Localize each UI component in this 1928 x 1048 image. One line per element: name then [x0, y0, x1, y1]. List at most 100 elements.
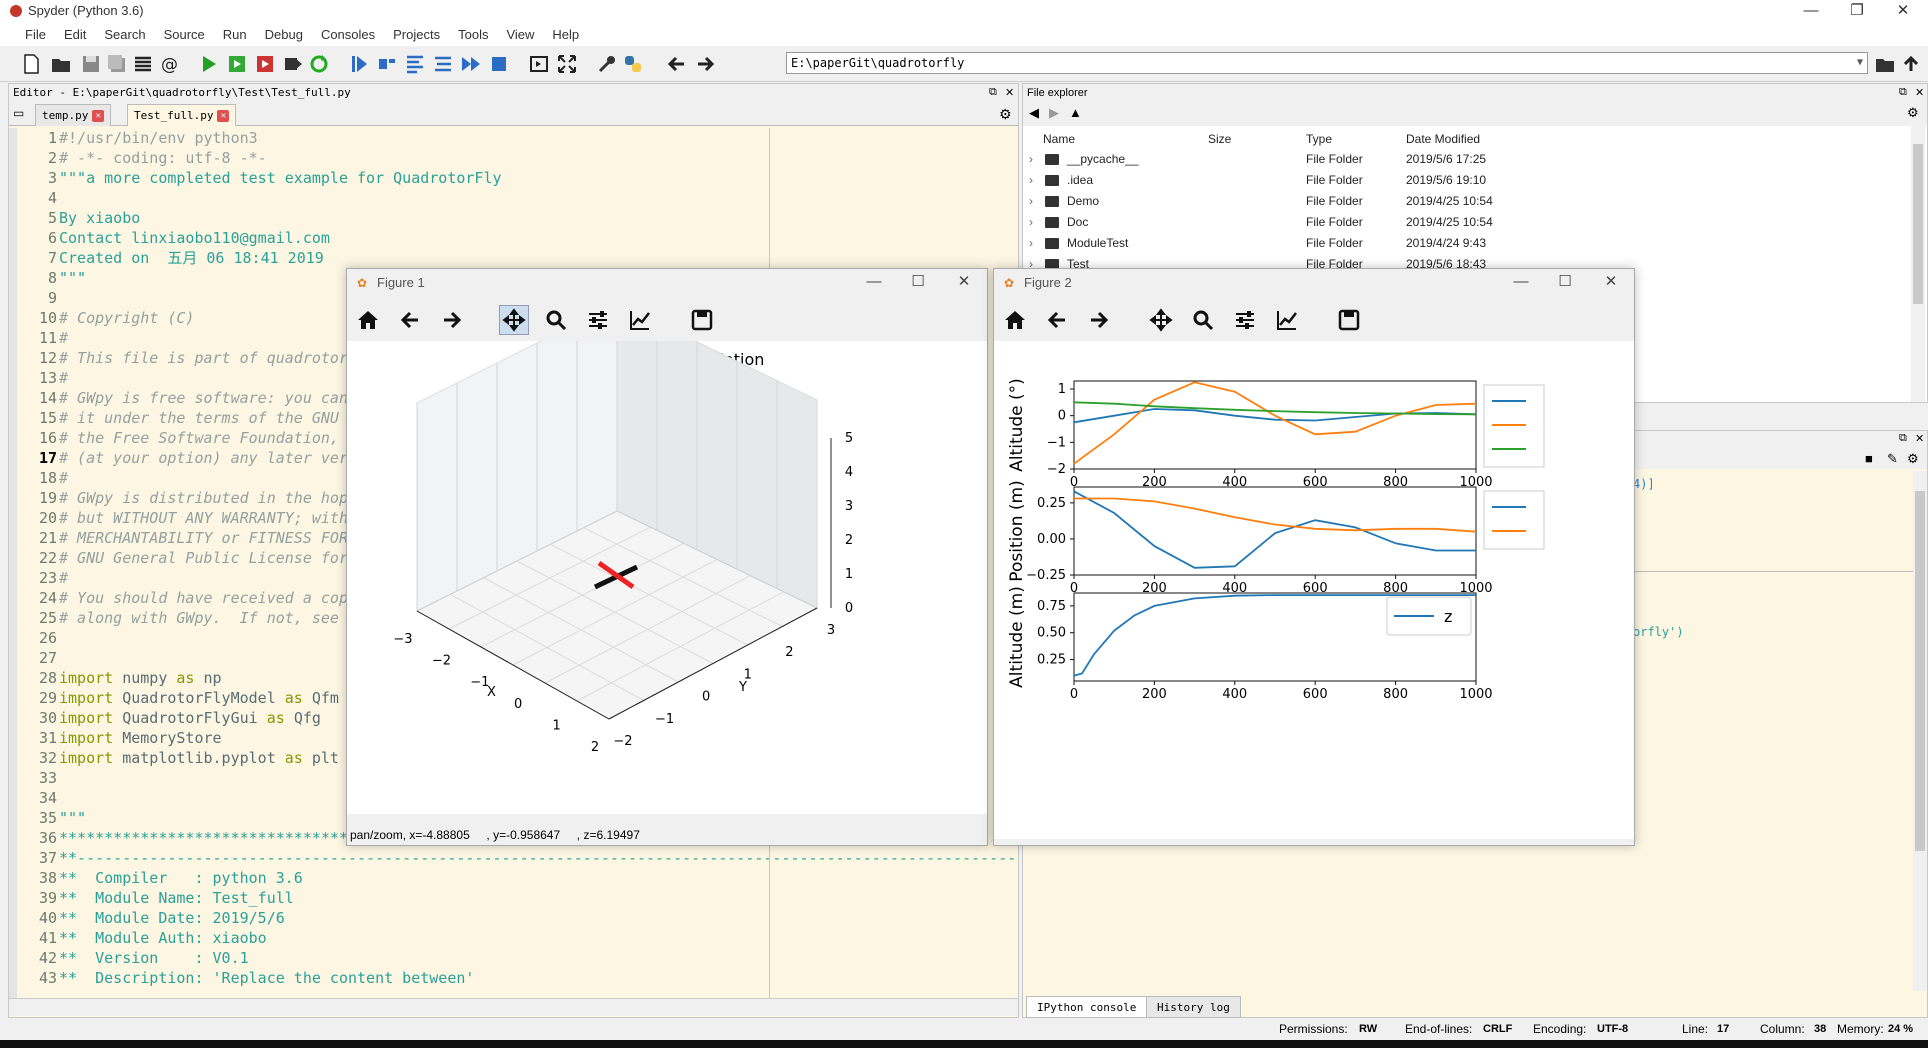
- minimize-button[interactable]: —: [1788, 0, 1834, 24]
- stop-kernel-icon[interactable]: ■: [1865, 451, 1873, 466]
- save-icon[interactable]: [78, 51, 104, 77]
- run-cell-advance-icon[interactable]: [252, 51, 278, 77]
- chevron-right-icon[interactable]: ›: [1029, 236, 1033, 250]
- column-name[interactable]: Name: [1043, 132, 1075, 146]
- run-icon[interactable]: [196, 51, 222, 77]
- menu-file[interactable]: File: [16, 24, 55, 46]
- forward-arrow-icon[interactable]: [692, 51, 718, 77]
- python-path-icon[interactable]: [620, 51, 646, 77]
- back-arrow-icon[interactable]: [395, 305, 425, 335]
- back-circle-icon[interactable]: ◀: [1029, 105, 1039, 121]
- chevron-right-icon[interactable]: ›: [1029, 215, 1033, 229]
- column-date[interactable]: Date Modified: [1406, 132, 1480, 146]
- menu-tools[interactable]: Tools: [449, 24, 497, 46]
- forward-arrow-icon[interactable]: [1084, 305, 1114, 335]
- tab-ipython-console[interactable]: IPython console: [1026, 996, 1148, 1018]
- save-all-icon[interactable]: [104, 51, 130, 77]
- file-row[interactable]: › Demo File Folder 2019/4/25 10:54: [1023, 192, 1903, 212]
- close-tab-icon[interactable]: ✕: [92, 110, 105, 122]
- fullscreen-icon[interactable]: [554, 51, 580, 77]
- browse-tabs-icon[interactable]: ▭: [13, 106, 24, 120]
- close-pane-icon[interactable]: ✕: [1915, 86, 1924, 99]
- save-figure-icon[interactable]: [1334, 305, 1364, 335]
- menu-search[interactable]: Search: [95, 24, 154, 46]
- close-button[interactable]: ✕: [949, 271, 979, 293]
- back-arrow-icon[interactable]: [664, 51, 690, 77]
- menu-edit[interactable]: Edit: [55, 24, 95, 46]
- menu-debug[interactable]: Debug: [256, 24, 312, 46]
- run-selection-icon[interactable]: [280, 51, 306, 77]
- close-tab-icon[interactable]: ✕: [217, 110, 230, 122]
- parent-dir-icon[interactable]: [1898, 51, 1924, 77]
- close-button[interactable]: ✕: [1596, 271, 1626, 293]
- edit-axis-icon[interactable]: [625, 305, 655, 335]
- rerun-icon[interactable]: [306, 51, 332, 77]
- pan-icon[interactable]: [1146, 305, 1176, 335]
- new-file-icon[interactable]: [18, 51, 44, 77]
- list-icon[interactable]: [130, 51, 156, 77]
- chevron-right-icon[interactable]: ›: [1029, 194, 1033, 208]
- column-size[interactable]: Size: [1208, 132, 1231, 146]
- back-arrow-icon[interactable]: [1042, 305, 1072, 335]
- file-row[interactable]: › __pycache__ File Folder 2019/5/6 17:25: [1023, 150, 1903, 170]
- horizontal-scrollbar[interactable]: [9, 998, 1018, 1016]
- chevron-right-icon[interactable]: ›: [1029, 152, 1033, 166]
- edit-axis-icon[interactable]: [1272, 305, 1302, 335]
- gear-icon[interactable]: ⚙: [1907, 451, 1919, 467]
- run-cell-icon[interactable]: [224, 51, 250, 77]
- working-directory-input[interactable]: E:\paperGit\quadrotorfly ▼: [786, 52, 1868, 74]
- figure-2-canvas[interactable]: 0 200 400 600 800 1000 1 0 −1 −2 Altitude (°) 0 200 4…: [994, 341, 1634, 839]
- file-row[interactable]: › Doc File Folder 2019/4/25 10:54: [1023, 213, 1903, 233]
- menu-source[interactable]: Source: [155, 24, 214, 46]
- vertical-scrollbar[interactable]: [1911, 124, 1925, 402]
- menu-projects[interactable]: Projects: [384, 24, 449, 46]
- continue-icon[interactable]: [458, 51, 484, 77]
- zoom-icon[interactable]: [1188, 305, 1218, 335]
- column-type[interactable]: Type: [1306, 132, 1332, 146]
- save-figure-icon[interactable]: [687, 305, 717, 335]
- close-pane-icon[interactable]: ✕: [1915, 432, 1924, 445]
- figure-1-canvas[interactable]: QuadrotorFly Simulation−3−2−1012X3210−1−…: [347, 302, 987, 814]
- undock-icon[interactable]: ⧉: [1899, 432, 1907, 445]
- chevron-right-icon[interactable]: ›: [1029, 173, 1033, 187]
- home-icon[interactable]: [1000, 305, 1030, 335]
- menu-run[interactable]: Run: [214, 24, 256, 46]
- configure-subplots-icon[interactable]: [583, 305, 613, 335]
- step-return-icon[interactable]: [430, 51, 456, 77]
- menu-help[interactable]: Help: [543, 24, 588, 46]
- menu-consoles[interactable]: Consoles: [312, 24, 384, 46]
- 3d-plot[interactable]: QuadrotorFly Simulation−3−2−1012X3210−1−…: [347, 302, 987, 814]
- gear-icon[interactable]: ⚙: [1907, 105, 1919, 121]
- up-circle-icon[interactable]: ▲: [1069, 105, 1082, 120]
- minimize-button[interactable]: —: [1506, 271, 1536, 293]
- maximize-button[interactable]: ❐: [1834, 0, 1880, 24]
- close-pane-icon[interactable]: ✕: [1005, 86, 1014, 99]
- clear-console-icon[interactable]: ✎: [1887, 451, 1898, 467]
- stop-debug-icon[interactable]: [486, 51, 512, 77]
- tab-test-full-py[interactable]: Test_full.py ✕: [127, 104, 237, 126]
- maximize-button[interactable]: ☐: [1550, 271, 1580, 293]
- preferences-icon[interactable]: [594, 51, 620, 77]
- undock-icon[interactable]: ⧉: [1899, 86, 1907, 99]
- forward-circle-icon[interactable]: ▶: [1049, 105, 1059, 121]
- undock-icon[interactable]: ⧉: [989, 86, 997, 99]
- at-icon[interactable]: @: [156, 51, 182, 77]
- open-file-icon[interactable]: [48, 51, 74, 77]
- minimize-button[interactable]: —: [859, 271, 889, 293]
- debug-icon[interactable]: [346, 51, 372, 77]
- vertical-scrollbar[interactable]: [1913, 471, 1927, 991]
- close-button[interactable]: ✕: [1880, 0, 1926, 24]
- file-row[interactable]: › .idea File Folder 2019/5/6 19:10: [1023, 171, 1903, 191]
- menu-view[interactable]: View: [497, 24, 543, 46]
- gear-icon[interactable]: ⚙: [999, 106, 1012, 123]
- chevron-down-icon[interactable]: ▼: [1857, 53, 1863, 73]
- forward-arrow-icon[interactable]: [437, 305, 467, 335]
- line-plots[interactable]: 0 200 400 600 800 100010−1−2Altitude (°)0 200 4…: [994, 341, 1634, 839]
- step-icon[interactable]: [374, 51, 400, 77]
- step-into-icon[interactable]: [402, 51, 428, 77]
- configure-subplots-icon[interactable]: [1230, 305, 1260, 335]
- zoom-icon[interactable]: [541, 305, 571, 335]
- pan-icon[interactable]: [499, 305, 529, 335]
- maximize-pane-icon[interactable]: [526, 51, 552, 77]
- tab-history-log[interactable]: History log: [1146, 996, 1241, 1018]
